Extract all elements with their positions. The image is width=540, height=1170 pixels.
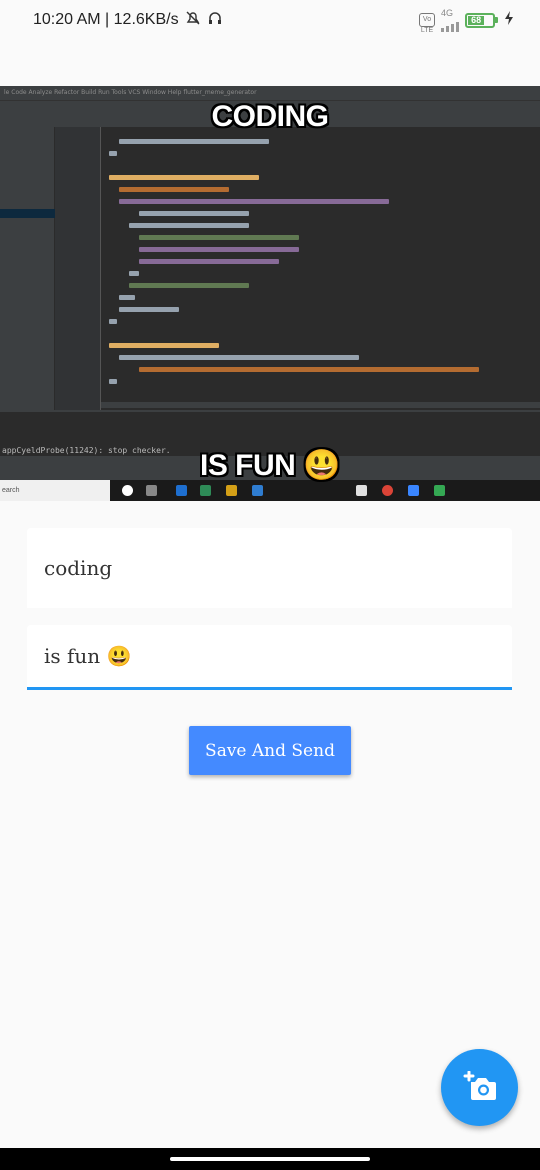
- windows-taskbar: earch: [0, 480, 540, 501]
- top-text-field[interactable]: coding: [27, 528, 512, 608]
- ide-project-panel: [0, 127, 55, 410]
- add-photo-icon: [463, 1070, 497, 1105]
- meme-preview-image: le Code Analyze Refactor Build Run Tools…: [0, 86, 540, 501]
- save-and-send-button[interactable]: Save And Send: [189, 726, 351, 775]
- headphones-icon: [207, 10, 223, 31]
- bottom-text-value: is fun 😃: [44, 644, 132, 668]
- volte-icon: Vo LTE: [419, 13, 435, 34]
- ide-gutter: [55, 127, 101, 410]
- meme-top-caption: CODING: [211, 100, 330, 133]
- bottom-text-field[interactable]: is fun 😃: [27, 625, 512, 690]
- charging-icon: [504, 10, 514, 31]
- ide-scrollbar: [101, 402, 540, 408]
- battery-level: 68: [468, 15, 485, 25]
- ide-code-area: [101, 127, 540, 410]
- add-photo-button[interactable]: [441, 1049, 518, 1126]
- ide-menu-bar: le Code Analyze Refactor Build Run Tools…: [0, 86, 540, 100]
- taskbar-search: earch: [0, 480, 110, 501]
- meme-bottom-caption: IS FUN 😃: [199, 449, 341, 482]
- status-time: 10:20 AM | 12.6KB/s: [33, 11, 179, 28]
- top-text-value: coding: [44, 556, 113, 580]
- system-nav-bar: [0, 1148, 540, 1170]
- status-bar: 10:20 AM | 12.6KB/s Vo LTE 4G 68: [0, 0, 540, 40]
- home-gesture-handle[interactable]: [170, 1157, 370, 1161]
- signal-icon: 4G: [441, 7, 459, 32]
- battery-icon: 68: [465, 12, 498, 28]
- network-type-label: 4G: [441, 7, 454, 18]
- alarm-icon: [185, 10, 201, 31]
